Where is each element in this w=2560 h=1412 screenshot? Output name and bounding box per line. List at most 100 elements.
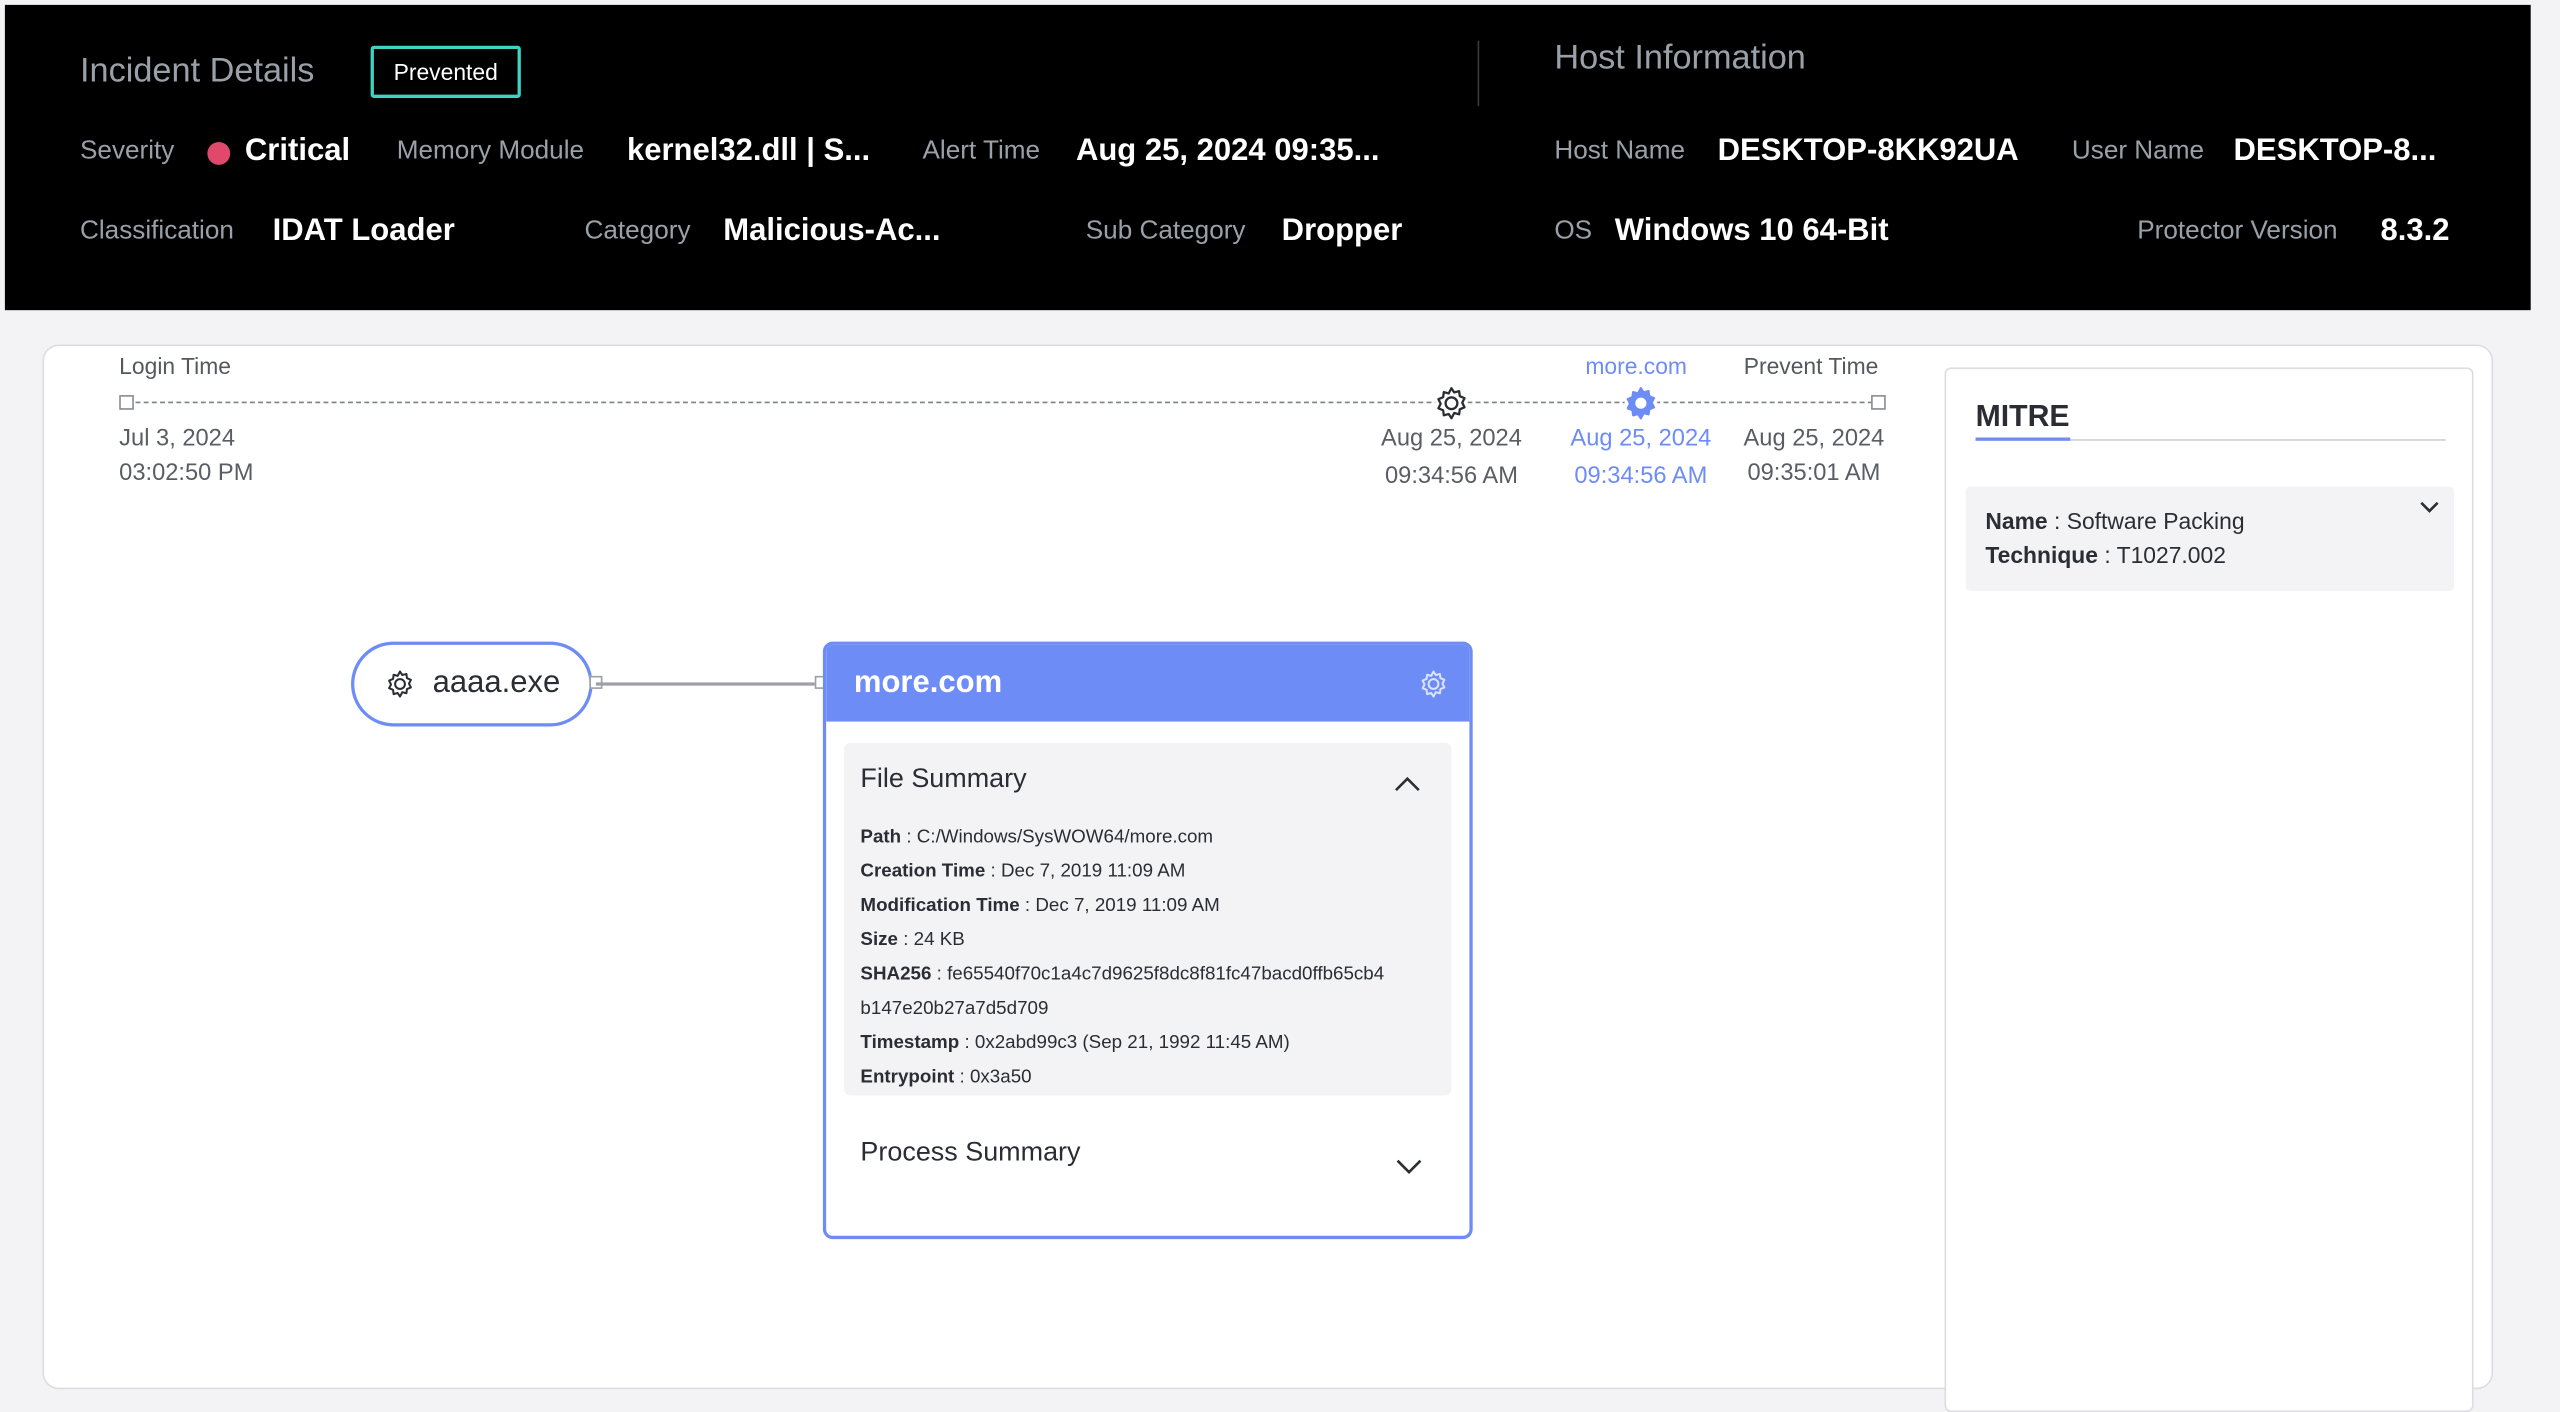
mitre-panel: MITRE Name : Software Packing Technique … bbox=[1944, 367, 2474, 1412]
prevent-date-time: 09:35:01 AM bbox=[1747, 460, 1881, 487]
file-summary-section: File Summary Path : C:/Windows/SysWOW64/… bbox=[844, 742, 1452, 1096]
row-key: SHA256 bbox=[860, 964, 932, 985]
file-summary-row: Modification Time : Dec 7, 2019 11:09 AM bbox=[860, 890, 1448, 924]
row-sep: : bbox=[1019, 896, 1036, 916]
row-sep: : bbox=[954, 1067, 970, 1088]
alert-time-value: Aug 25, 2024 09:35... bbox=[1075, 133, 1380, 169]
row-key: Creation Time bbox=[860, 861, 986, 882]
file-summary-title[interactable]: File Summary bbox=[860, 764, 1026, 795]
row-value: 0x2abd99c3 (Sep 21, 1992 11:45 AM) bbox=[974, 1033, 1290, 1053]
process-summary-title[interactable]: Process Summary bbox=[860, 1138, 1080, 1169]
mitre-title-underline bbox=[1975, 437, 2071, 441]
row-value: Dec 7, 2019 11:09 AM bbox=[1000, 861, 1186, 882]
event1-date-time: 09:34:56 AM bbox=[1384, 463, 1518, 490]
row-key: Path bbox=[860, 827, 902, 848]
row-key: Entrypoint bbox=[860, 1067, 955, 1088]
file-summary-rows: Path : C:/Windows/SysWOW64/more.com Crea… bbox=[860, 821, 1448, 1095]
login-time-label: Login Time bbox=[119, 352, 232, 379]
row-sep: : bbox=[931, 964, 948, 985]
process-node-parent[interactable]: aaaa.exe bbox=[351, 641, 593, 727]
file-summary-row: b147e20b27a7d5d709 bbox=[860, 993, 1448, 1027]
classification-label: Classification bbox=[80, 217, 234, 245]
mitre-sep: : bbox=[2097, 541, 2117, 569]
host-name-value: DESKTOP-8KK92UA bbox=[1717, 133, 2019, 169]
memory-module-value[interactable]: kernel32.dll | S... bbox=[627, 134, 870, 170]
row-key: Size bbox=[860, 930, 899, 951]
file-summary-row: SHA256 : fe65540f70c1a4c7d9625f8dc8f81fc… bbox=[860, 958, 1448, 992]
host-name-label: Host Name bbox=[1554, 137, 1685, 165]
user-name-label: User Name bbox=[2071, 137, 2204, 165]
event1-date-day: Aug 25, 2024 bbox=[1381, 426, 1522, 453]
login-date: Jul 3, 2024 03:02:50 PM bbox=[119, 423, 253, 492]
timeline-start-marker[interactable] bbox=[119, 395, 134, 410]
mitre-technique-value: T1027.002 bbox=[2116, 541, 2226, 569]
timeline-event-gear-icon[interactable] bbox=[1432, 384, 1471, 423]
parent-process-name: aaaa.exe bbox=[432, 666, 561, 701]
file-summary-row: Size : 24 KB bbox=[860, 924, 1448, 958]
user-name-value[interactable]: DESKTOP-8... bbox=[2234, 134, 2437, 170]
protector-version-label: Protector Version bbox=[2137, 217, 2338, 245]
event-more-com-label: more.com bbox=[1585, 352, 1687, 379]
row-sep: : bbox=[959, 1033, 975, 1053]
mitre-technique-row: Technique : T1027.002 bbox=[1985, 539, 2434, 573]
process-edge bbox=[595, 682, 822, 685]
sub-category-value: Dropper bbox=[1281, 213, 1403, 249]
process-node-child[interactable]: more.com File Summary Path : C:/Windows/… bbox=[822, 641, 1473, 1240]
timeline-selected-gear-icon[interactable] bbox=[1621, 384, 1660, 423]
gear-icon[interactable] bbox=[1417, 667, 1450, 700]
category-value[interactable]: Malicious-Ac... bbox=[723, 214, 940, 250]
mitre-title: MITRE bbox=[1975, 398, 2070, 433]
classification-value: IDAT Loader bbox=[272, 213, 455, 249]
memory-module-label: Memory Module bbox=[396, 137, 585, 165]
mitre-technique-item[interactable]: Name : Software Packing Technique : T102… bbox=[1965, 486, 2454, 591]
gear-icon bbox=[388, 670, 412, 698]
host-information-title: Host Information bbox=[1554, 39, 1806, 77]
header-divider bbox=[1477, 40, 1480, 107]
os-label: OS bbox=[1554, 217, 1593, 245]
prevent-time-label: Prevent Time bbox=[1743, 352, 1879, 379]
row-value: Dec 7, 2019 11:09 AM bbox=[1035, 896, 1220, 916]
row-sep: : bbox=[898, 930, 914, 951]
mitre-technique-label: Technique bbox=[1985, 541, 2098, 569]
event2-date: Aug 25, 2024 09:34:56 AM bbox=[1562, 423, 1719, 495]
login-date-day: Jul 3, 2024 bbox=[119, 426, 236, 453]
row-value: C:/Windows/SysWOW64/more.com bbox=[916, 827, 1214, 848]
row-sep: : bbox=[901, 827, 917, 848]
status-badge: Prevented bbox=[370, 45, 521, 98]
event1-date: Aug 25, 2024 09:34:56 AM bbox=[1373, 423, 1530, 495]
child-node-header: more.com bbox=[826, 644, 1470, 722]
login-date-time: 03:02:50 PM bbox=[119, 460, 254, 487]
chevron-down-icon[interactable] bbox=[1394, 1156, 1423, 1176]
timeline-line bbox=[127, 401, 1881, 404]
mitre-sep: : bbox=[2047, 507, 2067, 534]
protector-version-value: 8.3.2 bbox=[2380, 213, 2450, 249]
event2-date-time: 09:34:56 AM bbox=[1574, 463, 1708, 490]
file-summary-row: Entrypoint : 0x3a50 bbox=[860, 1061, 1448, 1095]
timeline-end-marker[interactable] bbox=[1871, 395, 1886, 410]
incident-page: Incident Details Prevented Severity Crit… bbox=[0, 0, 2560, 1412]
incident-details-title: Incident Details bbox=[80, 52, 315, 90]
row-key: Timestamp bbox=[860, 1033, 960, 1053]
chevron-up-icon[interactable] bbox=[1393, 774, 1422, 794]
sub-category-label: Sub Category bbox=[1085, 217, 1246, 245]
row-value: 0x3a50 bbox=[969, 1067, 1032, 1088]
file-summary-row: Creation Time : Dec 7, 2019 11:09 AM bbox=[860, 855, 1448, 889]
row-value: fe65540f70c1a4c7d9625f8dc8f81fc47bacd0ff… bbox=[947, 964, 1385, 985]
row-key: Modification Time bbox=[860, 896, 1020, 916]
process-tree-panel: Login Time more.com Prevent Time Jul 3, … bbox=[42, 344, 2494, 1412]
mitre-name-row: Name : Software Packing bbox=[1985, 504, 2434, 538]
child-process-name: more.com bbox=[853, 665, 1003, 700]
alert-time-label: Alert Time bbox=[922, 137, 1041, 165]
severity-dot bbox=[207, 142, 231, 165]
row-value: 24 KB bbox=[913, 930, 965, 951]
severity-label: Severity bbox=[80, 137, 175, 165]
row-value: b147e20b27a7d5d709 bbox=[860, 999, 1049, 1019]
file-summary-row: Timestamp : 0x2abd99c3 (Sep 21, 1992 11:… bbox=[860, 1027, 1448, 1061]
mitre-name-label: Name bbox=[1985, 507, 2048, 534]
os-value: Windows 10 64-Bit bbox=[1614, 213, 1889, 249]
category-label: Category bbox=[584, 217, 691, 245]
event2-date-day: Aug 25, 2024 bbox=[1570, 426, 1712, 453]
prevent-date: Aug 25, 2024 09:35:01 AM bbox=[1736, 423, 1893, 492]
incident-header: Incident Details Prevented Severity Crit… bbox=[4, 4, 2531, 311]
chevron-down-icon[interactable] bbox=[2418, 500, 2441, 516]
